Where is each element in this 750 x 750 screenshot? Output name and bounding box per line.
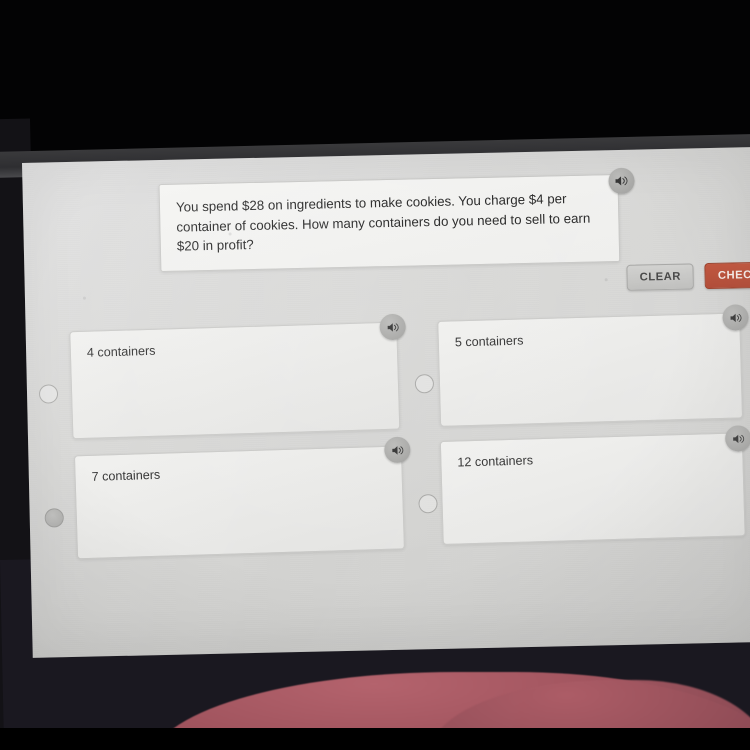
speaker-icon[interactable] — [722, 304, 749, 331]
speaker-icon[interactable] — [384, 436, 411, 464]
answer-card-3[interactable]: 12 containers — [439, 432, 746, 545]
radio-button-2[interactable] — [44, 508, 64, 528]
speaker-icon[interactable] — [608, 167, 635, 195]
answer-label-2: 7 containers — [91, 467, 161, 484]
screen-speck — [82, 296, 86, 300]
answer-card-2[interactable]: 7 containers — [73, 445, 405, 560]
answer-label-3: 12 containers — [457, 453, 534, 470]
photo-of-screen: Q You spend $28 on ingredients to make c… — [0, 0, 750, 750]
radio-button-3[interactable] — [418, 494, 438, 514]
question-card: You spend $28 on ingredients to make coo… — [158, 173, 621, 272]
screen-speck — [228, 232, 232, 236]
answer-label-0: 4 containers — [86, 343, 156, 360]
answer-card-0[interactable]: 4 containers — [69, 321, 401, 440]
radio-button-0[interactable] — [38, 384, 59, 404]
speaker-icon[interactable] — [724, 425, 750, 452]
screen-content-area: You spend $28 on ingredients to make coo… — [22, 146, 750, 658]
speaker-icon[interactable] — [379, 313, 406, 341]
radio-button-1[interactable] — [414, 374, 435, 394]
check-button[interactable]: CHECK — [704, 261, 750, 290]
answer-label-1: 5 containers — [454, 333, 524, 350]
answer-options-grid: 4 containers 5 containers 7 containers 1… — [26, 304, 750, 575]
action-buttons: CLEAR CHECK — [626, 261, 750, 291]
question-text: You spend $28 on ingredients to make coo… — [175, 191, 591, 254]
screen-speck — [604, 278, 608, 282]
bottom-black-strip — [0, 728, 750, 750]
clear-button[interactable]: CLEAR — [626, 263, 695, 291]
answer-card-1[interactable]: 5 containers — [437, 312, 744, 427]
